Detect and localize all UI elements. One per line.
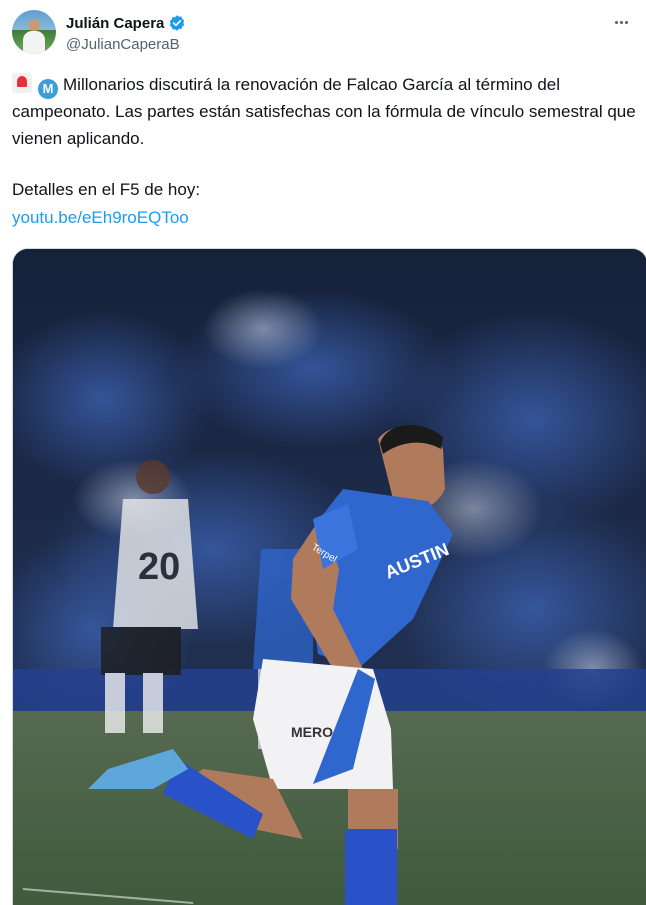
more-dot: [619, 20, 623, 24]
tweet-link[interactable]: youtu.be/eEh9roEQToo: [12, 208, 189, 228]
tweet-details-line: Detalles en el F5 de hoy:: [12, 180, 201, 199]
tweet-header: Julián Capera @JulianCaperaB: [12, 10, 634, 60]
opponent-number: 20: [138, 546, 180, 588]
more-dot: [614, 20, 618, 24]
verified-badge-icon: [170, 15, 185, 31]
more-options-icon[interactable]: [608, 12, 634, 32]
siren-emoji-icon: [12, 73, 32, 93]
avatar[interactable]: [12, 10, 56, 54]
football-photo: 20 AUSTIN Terpel MERO: [13, 249, 646, 905]
shorts-logo: MERO: [291, 724, 333, 740]
tweet-media-photo[interactable]: 20 AUSTIN Terpel MERO: [12, 248, 646, 905]
m-circle-emoji-icon: M: [38, 79, 58, 99]
tweet-text: M Millonarios discutirá la renovación de …: [12, 72, 640, 152]
author-name-row[interactable]: Julián Capera: [66, 13, 186, 33]
author-handle[interactable]: @JulianCaperaB: [66, 36, 180, 53]
avatar-body: [23, 31, 45, 54]
more-dot: [624, 20, 628, 24]
author-display-name[interactable]: Julián Capera: [66, 15, 164, 32]
avatar-head: [28, 19, 40, 31]
tweet-body: Millonarios discutirá la renovación de F…: [12, 75, 641, 148]
